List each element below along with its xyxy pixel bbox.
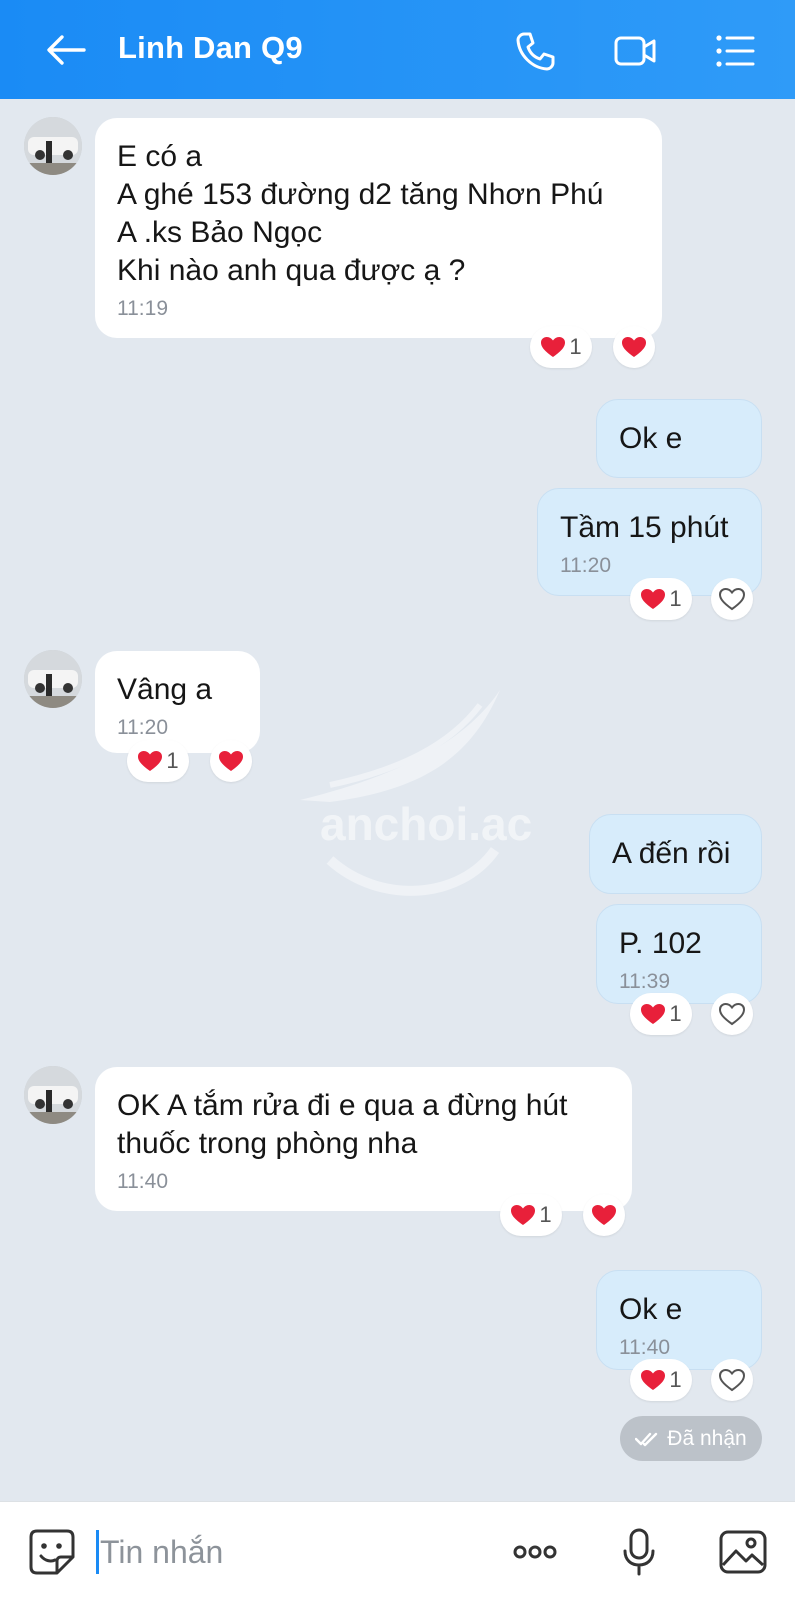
contact-avatar[interactable]	[24, 650, 82, 708]
reaction-count-badge[interactable]: 1	[630, 993, 692, 1035]
reaction-count-badge[interactable]: 1	[530, 326, 592, 368]
list-menu-icon[interactable]	[712, 28, 758, 74]
heart-icon	[219, 751, 243, 771]
double-check-icon	[635, 1432, 658, 1446]
arrow-left-icon[interactable]	[44, 30, 88, 70]
message-bubble-outgoing[interactable]: P. 102 11:39	[596, 904, 762, 1004]
message-bubble-outgoing[interactable]: Ok e 11:40	[596, 1270, 762, 1370]
chat-header: Linh Dan Q9	[0, 0, 795, 99]
heart-outline-icon	[718, 1368, 746, 1392]
message-text: Vâng a	[117, 673, 213, 706]
message-bubble-outgoing[interactable]: Ok e	[596, 399, 762, 478]
heart-icon	[541, 337, 566, 357]
react-button[interactable]	[711, 578, 753, 620]
contact-avatar[interactable]	[24, 1066, 82, 1124]
message-text: A .ks Bảo Ngọc	[117, 216, 323, 249]
delivery-status-label: Đã nhận	[667, 1426, 747, 1450]
image-gallery-icon[interactable]	[718, 1527, 768, 1577]
react-button[interactable]	[583, 1194, 625, 1236]
message-bubble-outgoing[interactable]: A đến rồi	[589, 814, 762, 894]
contact-avatar[interactable]	[24, 117, 82, 175]
contact-name[interactable]: Linh Dan Q9	[118, 30, 303, 66]
react-button[interactable]	[711, 993, 753, 1035]
more-dots-icon[interactable]	[510, 1527, 560, 1577]
heart-icon	[511, 1205, 536, 1225]
message-composer	[0, 1501, 795, 1600]
microphone-icon[interactable]	[614, 1527, 664, 1577]
message-text: A đến rồi	[612, 837, 731, 870]
heart-outline-icon	[718, 587, 746, 611]
message-text: Khi nào anh qua được ạ ?	[117, 254, 466, 287]
message-time: 11:19	[117, 297, 168, 320]
message-time: 11:40	[117, 1170, 168, 1193]
video-camera-icon[interactable]	[612, 28, 658, 74]
watermark-text: anchoi.ac	[320, 798, 532, 850]
message-text: E có a	[117, 140, 203, 173]
delivery-status-badge: Đã nhận	[620, 1416, 762, 1461]
message-time: 11:39	[619, 970, 670, 993]
heart-icon	[138, 751, 163, 771]
heart-icon	[641, 589, 666, 609]
message-text: OK A tắm rửa đi e qua a đừng hút	[117, 1089, 568, 1122]
message-bubble-incoming[interactable]: OK A tắm rửa đi e qua a đừng hút thuốc t…	[95, 1067, 632, 1211]
react-button[interactable]	[210, 740, 252, 782]
message-text: Ok e	[619, 1293, 683, 1326]
heart-icon	[641, 1004, 666, 1024]
heart-outline-icon	[718, 1002, 746, 1026]
message-text: Tầm 15 phút	[560, 511, 729, 544]
reaction-count-badge[interactable]: 1	[500, 1194, 562, 1236]
reaction-count-badge[interactable]: 1	[127, 740, 189, 782]
message-bubble-incoming[interactable]: Vâng a 11:20	[95, 651, 260, 753]
message-input[interactable]	[100, 1528, 480, 1576]
message-time: 11:40	[619, 1336, 670, 1359]
react-button[interactable]	[711, 1359, 753, 1401]
message-bubble-incoming[interactable]: E có a A ghé 153 đường d2 tăng Nhơn Phú …	[95, 118, 662, 338]
text-cursor	[96, 1530, 99, 1574]
react-button[interactable]	[613, 326, 655, 368]
message-time: 11:20	[117, 716, 168, 739]
message-text: thuốc trong phòng nha	[117, 1127, 418, 1160]
reaction-count-badge[interactable]: 1	[630, 578, 692, 620]
heart-icon	[592, 1205, 616, 1225]
message-time: 11:20	[560, 554, 611, 577]
reaction-count-badge[interactable]: 1	[630, 1359, 692, 1401]
emoji-sticker-icon[interactable]	[27, 1527, 77, 1577]
phone-icon[interactable]	[512, 28, 558, 74]
message-text: P. 102	[619, 927, 702, 960]
message-text: Ok e	[619, 422, 683, 455]
watermark-logo: anchoi.ac	[300, 690, 532, 896]
heart-icon	[622, 337, 646, 357]
heart-icon	[641, 1370, 666, 1390]
message-text: A ghé 153 đường d2 tăng Nhơn Phú	[117, 178, 604, 211]
